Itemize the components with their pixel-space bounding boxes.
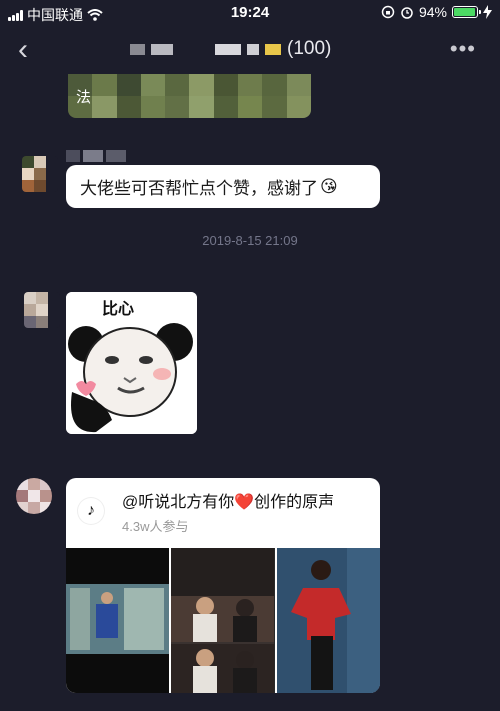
sticker-caption: 比心	[102, 300, 134, 318]
sender-avatar[interactable]	[24, 292, 60, 328]
card-title: @听说北方有你❤️创作的原声	[122, 494, 335, 511]
card-participants: 4.3w人参与	[122, 519, 189, 534]
group-title: (100)	[130, 38, 331, 60]
more-options-button[interactable]: •••	[450, 36, 476, 62]
message-timestamp: 2019-8-15 21:09	[202, 233, 298, 248]
rotation-lock-icon	[381, 5, 395, 19]
kiss-emoji-icon: 😘	[320, 176, 338, 196]
alarm-icon	[401, 7, 413, 19]
charging-icon	[483, 5, 492, 19]
censored-block	[265, 43, 281, 55]
message-text: 大佬些可否帮忙点个赞，感谢了	[80, 179, 318, 198]
status-bar: 中国联通 19:24 94%	[0, 0, 500, 26]
battery-icon	[452, 6, 481, 18]
censored-block	[130, 43, 145, 55]
censored-block	[247, 43, 259, 55]
status-right: 94%	[381, 4, 492, 20]
card-header: ♪ @听说北方有你❤️创作的原声 4.3w人参与	[66, 478, 380, 546]
chat-header: ‹ (100) •••	[0, 26, 500, 76]
sticker-message[interactable]: 比心	[66, 292, 197, 434]
video-thumbnail[interactable]	[171, 548, 275, 693]
sender-name-censored	[66, 150, 156, 162]
member-count: (100)	[287, 38, 332, 59]
back-button[interactable]: ‹	[18, 35, 28, 65]
sound-share-card[interactable]: ♪ @听说北方有你❤️创作的原声 4.3w人参与	[66, 478, 380, 693]
video-thumbnails	[66, 548, 380, 693]
panda-finger-heart-sticker: 比心	[66, 292, 197, 434]
previous-message-image[interactable]	[68, 74, 311, 118]
video-thumbnail[interactable]	[66, 548, 170, 693]
battery-percent: 94%	[418, 4, 447, 20]
video-thumbnail[interactable]	[276, 548, 380, 693]
sender-avatar[interactable]	[22, 156, 58, 192]
tiktok-icon: ♪	[78, 498, 104, 524]
censored-block	[151, 43, 173, 55]
censored-block	[215, 43, 241, 55]
sender-avatar[interactable]	[16, 478, 52, 514]
previous-message-fragment: 法	[76, 89, 92, 106]
text-message-bubble[interactable]: 大佬些可否帮忙点个赞，感谢了 😘	[66, 165, 380, 208]
